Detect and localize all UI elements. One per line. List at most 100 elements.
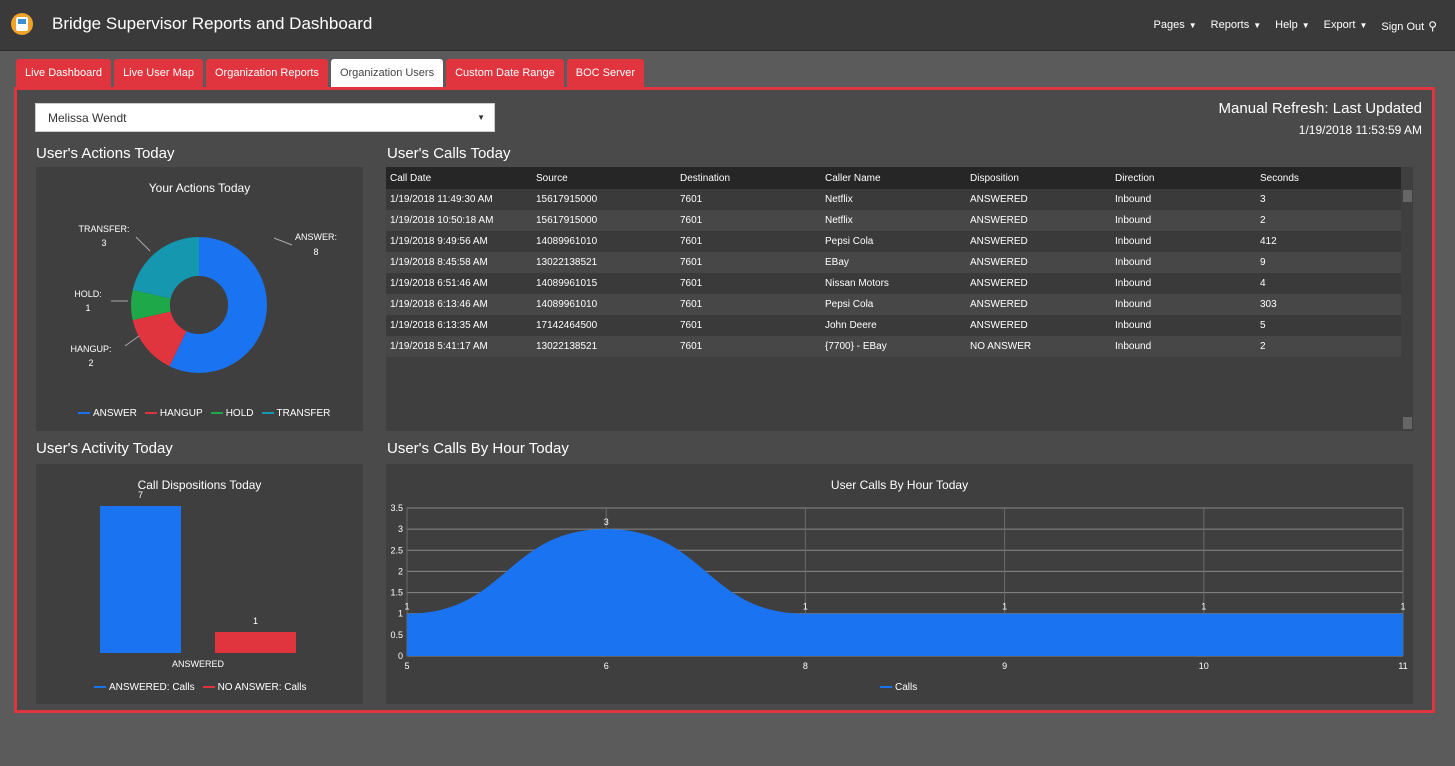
table-cell: Inbound xyxy=(1111,273,1256,294)
manual-refresh-button[interactable]: Manual Refresh: Last Updated xyxy=(1219,100,1422,117)
y-tick-label: 0.5 xyxy=(390,630,403,640)
nav-help-menu[interactable]: Help ▼ xyxy=(1275,19,1310,33)
sign-out-link[interactable]: Sign Out ⚲ xyxy=(1381,19,1437,33)
table-cell: 1/19/2018 6:51:46 AM xyxy=(386,273,532,294)
scroll-up-handle[interactable] xyxy=(1403,190,1412,202)
table-cell: Inbound xyxy=(1111,336,1256,357)
area-legend: Calls xyxy=(880,682,917,693)
calls-by-hour-panel: User Calls By Hour Today 0 0.5 1 1.5 2 2.5 3 3.… xyxy=(386,464,1413,704)
table-cell: EBay xyxy=(821,252,966,273)
table-cell: 303 xyxy=(1256,294,1401,315)
table-cell: 7601 xyxy=(676,231,821,252)
tab-custom-date-range[interactable]: Custom Date Range xyxy=(446,59,564,87)
bar-no-answer[interactable] xyxy=(215,632,296,653)
calls-table: Call Date Source Destination Caller Name… xyxy=(386,167,1401,357)
table-row[interactable]: 1/19/2018 6:13:35 AM 17142464500 7601 John … xyxy=(386,315,1401,336)
tab-live-dashboard[interactable]: Live Dashboard xyxy=(16,59,112,87)
column-header[interactable]: Source xyxy=(532,167,676,189)
column-header[interactable]: Disposition xyxy=(966,167,1111,189)
table-row[interactable]: 1/19/2018 10:50:18 AM 15617915000 7601 Netf… xyxy=(386,210,1401,231)
table-cell: 2 xyxy=(1256,210,1401,231)
table-cell: 13022138521 xyxy=(532,252,676,273)
calls-section-title: User's Calls Today xyxy=(387,145,511,162)
column-header[interactable]: Call Date xyxy=(386,167,532,189)
app-title: Bridge Supervisor Reports and Dashboard xyxy=(52,14,373,33)
table-cell: 7601 xyxy=(676,336,821,357)
tab-organization-users[interactable]: Organization Users xyxy=(330,59,444,87)
table-cell: ANSWERED xyxy=(966,231,1111,252)
table-row[interactable]: 1/19/2018 6:51:46 AM 14089961015 7601 Nissa… xyxy=(386,273,1401,294)
area-data-label: 1 xyxy=(1201,602,1206,612)
table-cell: 1/19/2018 6:13:35 AM xyxy=(386,315,532,336)
nav-pages-menu[interactable]: Pages ▼ xyxy=(1154,19,1197,33)
table-cell: 4 xyxy=(1256,273,1401,294)
dispositions-bar-chart: 7 1 ANSWERED xyxy=(100,490,296,669)
tab-live-user-map[interactable]: Live User Map xyxy=(114,59,203,87)
x-tick-label: 9 xyxy=(1002,661,1007,671)
pie-slice-label: HOLD: xyxy=(74,289,102,299)
column-header[interactable]: Direction xyxy=(1111,167,1256,189)
table-cell: {7700} - EBay xyxy=(821,336,966,357)
nav-export-menu[interactable]: Export ▼ xyxy=(1324,19,1368,33)
pie-slice-value: 2 xyxy=(88,358,93,368)
table-cell: 1/19/2018 11:49:30 AM xyxy=(386,189,532,210)
table-cell: 1/19/2018 10:50:18 AM xyxy=(386,210,532,231)
y-tick-label: 1 xyxy=(398,609,403,619)
x-tick-label: 5 xyxy=(404,661,409,671)
user-select-dropdown[interactable]: Melissa Wendt ▼ xyxy=(35,103,495,132)
pie-slice-value: 1 xyxy=(85,303,90,313)
x-tick-label: 6 xyxy=(604,661,609,671)
table-row[interactable]: 1/19/2018 11:49:30 AM 15617915000 7601 Netf… xyxy=(386,189,1401,210)
area-data-label: 1 xyxy=(1002,602,1007,612)
table-cell: 9 xyxy=(1256,252,1401,273)
table-cell: 412 xyxy=(1256,231,1401,252)
table-row[interactable]: 1/19/2018 6:13:46 AM 14089961010 7601 Pepsi… xyxy=(386,294,1401,315)
bar-answered[interactable] xyxy=(100,506,181,653)
table-cell: Pepsi Cola xyxy=(821,231,966,252)
scroll-down-handle[interactable] xyxy=(1403,417,1412,429)
table-cell: ANSWERED xyxy=(966,294,1111,315)
table-cell: Inbound xyxy=(1111,252,1256,273)
bar-data-label: 7 xyxy=(138,490,143,500)
column-header[interactable]: Seconds xyxy=(1256,167,1401,189)
table-scrollbar[interactable] xyxy=(1402,189,1413,431)
area-data-label: 3 xyxy=(604,517,609,527)
nav-reports-menu[interactable]: Reports ▼ xyxy=(1211,19,1261,33)
table-cell: ANSWERED xyxy=(966,315,1111,336)
table-cell: 7601 xyxy=(676,273,821,294)
table-row[interactable]: 1/19/2018 5:41:17 AM 13022138521 7601 {7700… xyxy=(386,336,1401,357)
table-cell: Inbound xyxy=(1111,231,1256,252)
column-header[interactable]: Caller Name xyxy=(821,167,966,189)
area-data-label: 1 xyxy=(404,602,409,612)
table-cell: ANSWERED xyxy=(966,189,1111,210)
last-updated-time: 1/19/2018 11:53:59 AM xyxy=(1298,123,1422,137)
bar-data-label: 1 xyxy=(253,616,258,626)
table-cell: ANSWERED xyxy=(966,252,1111,273)
actions-section-title: User's Actions Today xyxy=(36,145,175,162)
table-cell: 14089961010 xyxy=(532,294,676,315)
tab-boc-server[interactable]: BOC Server xyxy=(566,59,645,87)
actions-pie-chart: ANSWER: 8 HANGUP: 2 HOLD: 1 TRANSFER: 3 xyxy=(70,224,337,373)
table-cell: 14089961010 xyxy=(532,231,676,252)
caret-down-icon: ▼ xyxy=(1301,21,1310,30)
tab-organization-reports[interactable]: Organization Reports xyxy=(205,59,328,87)
table-row[interactable]: 1/19/2018 8:45:58 AM 13022138521 7601 EBay A… xyxy=(386,252,1401,273)
pie-slice-value: 8 xyxy=(313,247,318,257)
table-cell: 1/19/2018 9:49:56 AM xyxy=(386,231,532,252)
y-tick-label: 3.5 xyxy=(390,503,403,513)
table-cell: 3 xyxy=(1256,189,1401,210)
legend-item-answer: ANSWER xyxy=(78,408,137,419)
table-cell: 5 xyxy=(1256,315,1401,336)
y-tick-label: 2.5 xyxy=(390,545,403,555)
caret-down-icon: ▼ xyxy=(1253,21,1262,30)
by-hour-section-title: User's Calls By Hour Today xyxy=(387,440,569,457)
calls-table-panel: Call Date Source Destination Caller Name… xyxy=(386,167,1413,431)
dispositions-bar-panel: Call Dispositions Today 7 1 ANSWERED ANSWE… xyxy=(36,464,363,704)
x-tick-label: 8 xyxy=(803,661,808,671)
table-row[interactable]: 1/19/2018 9:49:56 AM 14089961010 7601 Pepsi… xyxy=(386,231,1401,252)
table-cell: John Deere xyxy=(821,315,966,336)
column-header[interactable]: Destination xyxy=(676,167,821,189)
table-cell: 7601 xyxy=(676,294,821,315)
y-tick-label: 2 xyxy=(398,566,403,576)
top-navbar: Bridge Supervisor Reports and Dashboard … xyxy=(0,0,1455,51)
